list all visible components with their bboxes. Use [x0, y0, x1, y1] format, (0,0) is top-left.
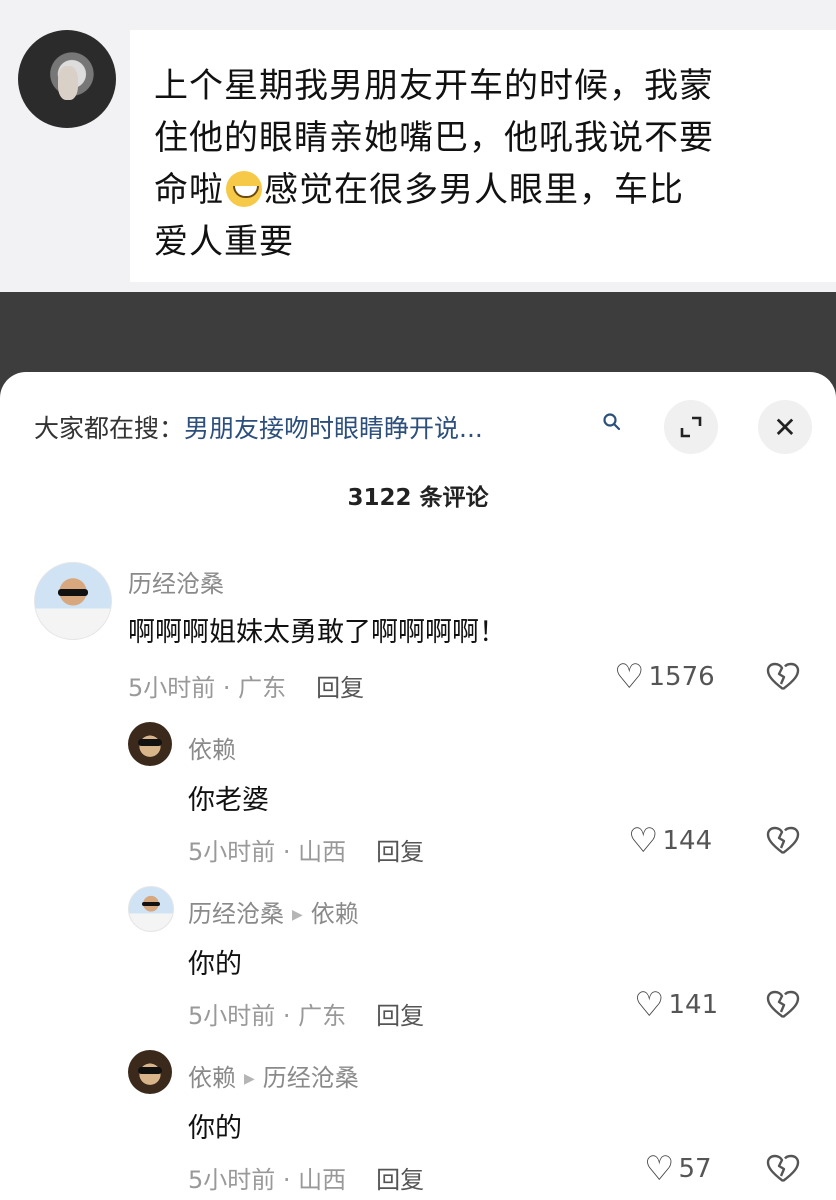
- reply-button[interactable]: 回复: [376, 1166, 424, 1194]
- dislike-icon[interactable]: [766, 826, 800, 864]
- post-line-2: 住他的眼睛亲她嘴巴，他吼我说不要: [154, 118, 714, 158]
- dislike-icon[interactable]: [766, 662, 800, 700]
- comment-meta: 5小时前 · 广东 回复: [128, 668, 364, 703]
- comment-content: 你的: [188, 949, 242, 980]
- comment-time-location: 5小时前 · 山西: [188, 838, 347, 866]
- like-count: 1576: [648, 662, 715, 692]
- comment-time-location: 5小时前 · 山西: [188, 1166, 347, 1194]
- comment-item: 历经沧桑 啊啊啊姐妹太勇敢了啊啊啊啊！ 5小时前 · 广东 回复 ♡ 1576: [0, 562, 836, 702]
- avatar[interactable]: [128, 1050, 172, 1094]
- like-button[interactable]: ♡ 1576: [614, 657, 715, 697]
- poster-avatar[interactable]: [18, 30, 116, 128]
- comment-sheet: 大家都在搜： 男朋友接吻时眼睛睁开说... ✕ 3122 条评论 历经沧桑 啊啊…: [0, 372, 836, 1200]
- post-card: 上个星期我男朋友开车的时候，我蒙 住他的眼睛亲她嘴巴，他吼我说不要 命啦 感觉在很…: [130, 30, 836, 282]
- comment-content: 你的: [188, 1113, 242, 1144]
- search-prefix: 大家都在搜：: [34, 414, 185, 443]
- avatar[interactable]: [34, 562, 112, 640]
- reply-arrow-icon: ▶: [244, 1071, 255, 1087]
- comment-username[interactable]: 依赖: [188, 730, 236, 765]
- like-button[interactable]: ♡ 57: [644, 1149, 712, 1189]
- dislike-icon[interactable]: [766, 990, 800, 1028]
- dislike-icon[interactable]: [766, 1154, 800, 1192]
- like-button[interactable]: ♡ 144: [628, 821, 713, 861]
- comment-username: 历经沧桑 ▶ 依赖: [188, 894, 359, 929]
- comment-time-location: 5小时前 · 广东: [188, 1002, 347, 1030]
- expand-button[interactable]: [664, 400, 718, 454]
- reply-target[interactable]: 历经沧桑: [263, 1064, 359, 1092]
- reply-arrow-icon: ▶: [292, 907, 303, 923]
- reply-author[interactable]: 历经沧桑: [188, 900, 284, 928]
- avatar[interactable]: [128, 886, 174, 932]
- post-line-3b: 感觉在很多男人眼里，车比: [264, 170, 684, 210]
- close-icon: ✕: [773, 410, 797, 444]
- post-line-4: 爱人重要: [154, 222, 294, 262]
- heart-icon: ♡: [628, 821, 659, 861]
- post-line-3: 命啦 感觉在很多男人眼里，车比: [154, 164, 834, 216]
- comment-content: 你老婆: [188, 785, 269, 816]
- like-count: 57: [678, 1154, 712, 1184]
- comment-meta: 5小时前 · 山西 回复: [188, 1160, 424, 1195]
- comment-meta: 5小时前 · 广东 回复: [188, 996, 424, 1031]
- search-icon[interactable]: [602, 412, 624, 434]
- comment-count: 3122 条评论: [347, 485, 489, 511]
- comment-meta: 5小时前 · 山西 回复: [188, 832, 424, 867]
- comment-username: 依赖 ▶ 历经沧桑: [188, 1058, 359, 1093]
- search-query-link[interactable]: 男朋友接吻时眼睛睁开说...: [184, 409, 483, 445]
- close-button[interactable]: ✕: [758, 400, 812, 454]
- reply-item: 历经沧桑 ▶ 依赖 你的 5小时前 · 广东 回复 ♡ 141: [0, 886, 836, 1030]
- like-count: 141: [668, 990, 719, 1020]
- heart-icon: ♡: [644, 1149, 675, 1189]
- reply-button[interactable]: 回复: [316, 674, 364, 702]
- heart-icon: ♡: [634, 985, 665, 1025]
- reply-item: 依赖 ▶ 历经沧桑 你的 5小时前 · 山西 回复 ♡ 57: [0, 1050, 836, 1200]
- post-section: 上个星期我男朋友开车的时候，我蒙 住他的眼睛亲她嘴巴，他吼我说不要 命啦 感觉在很…: [0, 0, 836, 292]
- reply-author[interactable]: 依赖: [188, 1064, 236, 1092]
- post-text: 上个星期我男朋友开车的时候，我蒙 住他的眼睛亲她嘴巴，他吼我说不要 命啦 感觉在很…: [154, 60, 834, 268]
- reply-target[interactable]: 依赖: [311, 900, 359, 928]
- comment-content: 啊啊啊姐妹太勇敢了啊啊啊啊！: [128, 617, 506, 648]
- comment-time-location: 5小时前 · 广东: [128, 674, 287, 702]
- reply-item: 依赖 你老婆 5小时前 · 山西 回复 ♡ 144: [0, 722, 836, 866]
- like-button[interactable]: ♡ 141: [634, 985, 719, 1025]
- laughing-emoji-icon: [226, 171, 262, 207]
- like-count: 144: [662, 826, 713, 856]
- reply-button[interactable]: 回复: [376, 1002, 424, 1030]
- post-line-3a: 命啦: [154, 170, 224, 210]
- expand-icon: [680, 416, 702, 438]
- heart-icon: ♡: [614, 657, 645, 697]
- post-line-1: 上个星期我男朋友开车的时候，我蒙: [154, 66, 714, 106]
- avatar[interactable]: [128, 722, 172, 766]
- reply-button[interactable]: 回复: [376, 838, 424, 866]
- comment-username[interactable]: 历经沧桑: [128, 564, 224, 599]
- trending-search-bar[interactable]: 大家都在搜： 男朋友接吻时眼睛睁开说...: [34, 408, 483, 446]
